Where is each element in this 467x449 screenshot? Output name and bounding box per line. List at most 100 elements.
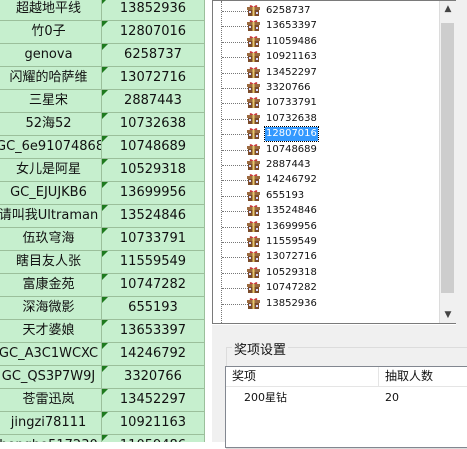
player-id-cell[interactable]: 10921163 <box>102 412 205 435</box>
tree-item[interactable]: 13699956 <box>213 219 438 235</box>
table-row[interactable]: GC_6e91074868 10748689 <box>0 136 205 159</box>
player-name-cell[interactable]: 瞎目友人张 <box>0 251 102 274</box>
player-id-cell[interactable]: 11559549 <box>102 251 205 274</box>
tree-item[interactable]: 3320766 <box>213 80 438 96</box>
player-id-cell[interactable]: 655193 <box>102 297 205 320</box>
player-name-cell[interactable]: genova <box>0 44 102 67</box>
tree-item[interactable]: 12807016 <box>213 126 438 143</box>
tree-item[interactable]: 6258737 <box>213 3 438 19</box>
tree-item[interactable]: 10732638 <box>213 111 438 127</box>
table-row[interactable]: 瞎目友人张 11559549 <box>0 251 205 274</box>
winner-tree-list[interactable]: 6258737 13653397 11059486 10921163 13452297 3… <box>212 0 457 324</box>
player-name-cell[interactable]: 伍玖穹海 <box>0 228 102 251</box>
player-name-cell[interactable]: GC_A3C1WCXC <box>0 343 102 366</box>
player-id-text: 10747282 <box>119 277 187 292</box>
table-row[interactable]: genova 6258737 <box>0 44 205 67</box>
tree-item[interactable]: 10921163 <box>213 49 438 65</box>
table-row[interactable]: jingzi78111 10921163 <box>0 412 205 435</box>
vertical-scrollbar[interactable]: ▲ ▼ <box>439 1 456 323</box>
player-name-cell[interactable]: 深海微影 <box>0 297 102 320</box>
player-id-cell[interactable]: 13452297 <box>102 389 205 412</box>
tree-item[interactable]: 13852936 <box>213 296 438 312</box>
tree-branch-line <box>222 226 250 228</box>
player-name-cell[interactable]: 三星宋 <box>0 90 102 113</box>
tree-item[interactable]: 13524846 <box>213 203 438 219</box>
table-row[interactable]: hongbo517230 11059486 <box>0 435 205 442</box>
player-id-text: 13653397 <box>119 323 187 338</box>
column-header-prize[interactable]: 奖项 <box>226 367 379 386</box>
table-row[interactable]: 超越地平线 13852936 <box>0 0 205 21</box>
table-row[interactable]: 深海微影 655193 <box>0 297 205 320</box>
tree-item[interactable]: 13653397 <box>213 18 438 34</box>
player-id-cell[interactable]: 13072716 <box>102 67 205 90</box>
tree-item[interactable]: 13072716 <box>213 249 438 265</box>
prize-list[interactable]: 奖项 抽取人数 200星钻 20 <box>225 366 467 448</box>
tree-item[interactable]: 10748689 <box>213 142 438 158</box>
table-row[interactable]: GC_A3C1WCXC 14246792 <box>0 343 205 366</box>
player-id-cell[interactable]: 6258737 <box>102 44 205 67</box>
table-row[interactable]: GC_QS3P7W9J 3320766 <box>0 366 205 389</box>
player-name-cell[interactable]: 竹0子 <box>0 21 102 44</box>
gift-icon <box>247 205 260 217</box>
scroll-up-icon[interactable]: ▲ <box>440 1 456 17</box>
player-id-cell[interactable]: 10732638 <box>102 113 205 136</box>
player-name-cell[interactable]: 富康金苑 <box>0 274 102 297</box>
player-id-cell[interactable]: 3320766 <box>102 366 205 389</box>
tree-item-label: 12807016 <box>264 126 319 143</box>
table-row[interactable]: 伍玖穹海 10733791 <box>0 228 205 251</box>
player-name-cell[interactable]: 天才婆娘 <box>0 320 102 343</box>
player-id-cell[interactable]: 13852936 <box>102 0 205 21</box>
player-id-cell[interactable]: 10733791 <box>102 228 205 251</box>
player-name-cell[interactable]: jingzi78111 <box>0 412 102 435</box>
tree-item[interactable]: 655193 <box>213 188 438 204</box>
gift-icon <box>247 143 260 155</box>
player-name-cell[interactable]: GC_EJUJKB6 <box>0 182 102 205</box>
player-name-cell[interactable]: 52海52 <box>0 113 102 136</box>
table-row[interactable]: 苍雷迅岚 13452297 <box>0 389 205 412</box>
tree-item[interactable]: 10529318 <box>213 265 438 281</box>
tree-branch-line <box>222 195 250 197</box>
tree-item[interactable]: 14246792 <box>213 172 438 188</box>
table-row[interactable]: 闪耀的哈萨维 13072716 <box>0 67 205 90</box>
player-name-cell[interactable]: GC_6e91074868 <box>0 136 102 159</box>
player-id-cell[interactable]: 11059486 <box>102 435 205 442</box>
tree-item[interactable]: 11059486 <box>213 34 438 50</box>
gift-icon <box>247 128 260 140</box>
scroll-down-icon[interactable]: ▼ <box>440 307 456 323</box>
player-id-cell[interactable]: 12807016 <box>102 21 205 44</box>
player-id-cell[interactable]: 2887443 <box>102 90 205 113</box>
player-id-cell[interactable]: 10747282 <box>102 274 205 297</box>
table-row[interactable]: 富康金苑 10747282 <box>0 274 205 297</box>
player-name-cell[interactable]: 女儿是阿星 <box>0 159 102 182</box>
player-name-cell[interactable]: 超越地平线 <box>0 0 102 21</box>
table-row[interactable]: 天才婆娘 13653397 <box>0 320 205 343</box>
table-row[interactable]: 三星宋 2887443 <box>0 90 205 113</box>
prize-row[interactable]: 200星钻 20 <box>226 389 467 407</box>
tree-item[interactable]: 10733791 <box>213 95 438 111</box>
table-row[interactable]: 52海52 10732638 <box>0 113 205 136</box>
tree-item[interactable]: 13452297 <box>213 65 438 81</box>
player-id-cell[interactable]: 13653397 <box>102 320 205 343</box>
player-name-cell[interactable]: GC_QS3P7W9J <box>0 366 102 389</box>
player-name-cell[interactable]: 苍雷迅岚 <box>0 389 102 412</box>
table-row[interactable]: 女儿是阿星 10529318 <box>0 159 205 182</box>
player-id-cell[interactable]: 13699956 <box>102 182 205 205</box>
table-row[interactable]: GC_EJUJKB6 13699956 <box>0 182 205 205</box>
player-name-cell[interactable]: 闪耀的哈萨维 <box>0 67 102 90</box>
player-id-cell[interactable]: 10748689 <box>102 136 205 159</box>
column-header-count[interactable]: 抽取人数 <box>379 367 467 386</box>
scroll-thumb[interactable] <box>441 23 454 293</box>
gift-icon <box>247 5 260 16</box>
tree-item[interactable]: 2887443 <box>213 157 438 173</box>
player-name-cell[interactable]: hongbo517230 <box>0 435 102 442</box>
tree-item[interactable]: 10747282 <box>213 280 438 296</box>
player-id-cell[interactable]: 14246792 <box>102 343 205 366</box>
player-name-cell[interactable]: 请叫我Ultraman <box>0 205 102 228</box>
tree-item[interactable]: 11559549 <box>213 234 438 250</box>
player-id-text: 13452297 <box>119 392 187 407</box>
player-id-cell[interactable]: 13524846 <box>102 205 205 228</box>
table-row[interactable]: 请叫我Ultraman 13524846 <box>0 205 205 228</box>
gift-icon <box>247 189 260 201</box>
player-id-cell[interactable]: 10529318 <box>102 159 205 182</box>
table-row[interactable]: 竹0子 12807016 <box>0 21 205 44</box>
